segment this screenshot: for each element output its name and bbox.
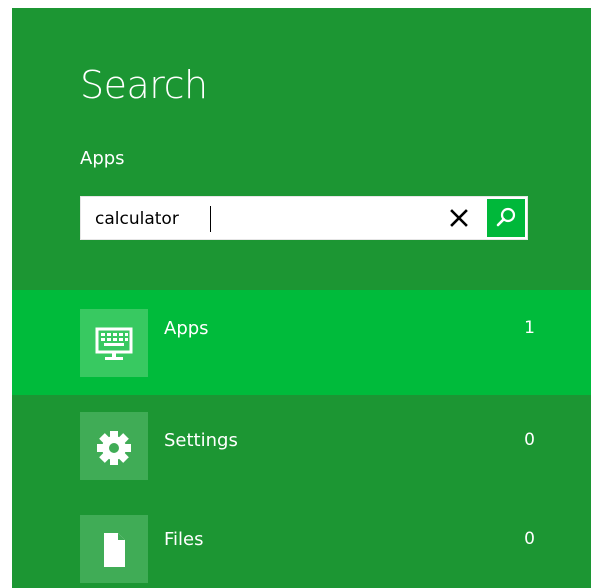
result-row-apps[interactable]: Apps 1 — [12, 290, 591, 395]
text-cursor — [210, 206, 211, 232]
result-label-settings: Settings — [164, 430, 238, 451]
clear-icon[interactable] — [447, 206, 471, 230]
search-scope-label[interactable]: Apps — [80, 148, 125, 169]
result-row-files[interactable]: Files 0 — [12, 500, 591, 588]
result-label-apps: Apps — [164, 318, 209, 339]
result-count-files: 0 — [524, 529, 535, 549]
result-tile-apps — [80, 309, 148, 377]
result-count-settings: 0 — [524, 430, 535, 450]
pane-title: Search — [80, 63, 208, 107]
apps-icon — [95, 327, 133, 360]
result-tile-settings — [80, 412, 148, 480]
result-tile-files — [80, 515, 148, 583]
search-icon — [496, 207, 516, 227]
search-button[interactable] — [487, 199, 525, 237]
file-icon — [104, 533, 125, 567]
result-count-apps: 1 — [524, 318, 535, 338]
result-row-settings[interactable]: Settings 0 — [12, 395, 591, 500]
search-input[interactable] — [95, 207, 415, 231]
search-box[interactable] — [80, 196, 528, 240]
result-label-files: Files — [164, 529, 204, 550]
gear-icon — [97, 431, 131, 465]
search-pane: Search Apps calculator Apps 1 Settings 0… — [12, 8, 591, 588]
